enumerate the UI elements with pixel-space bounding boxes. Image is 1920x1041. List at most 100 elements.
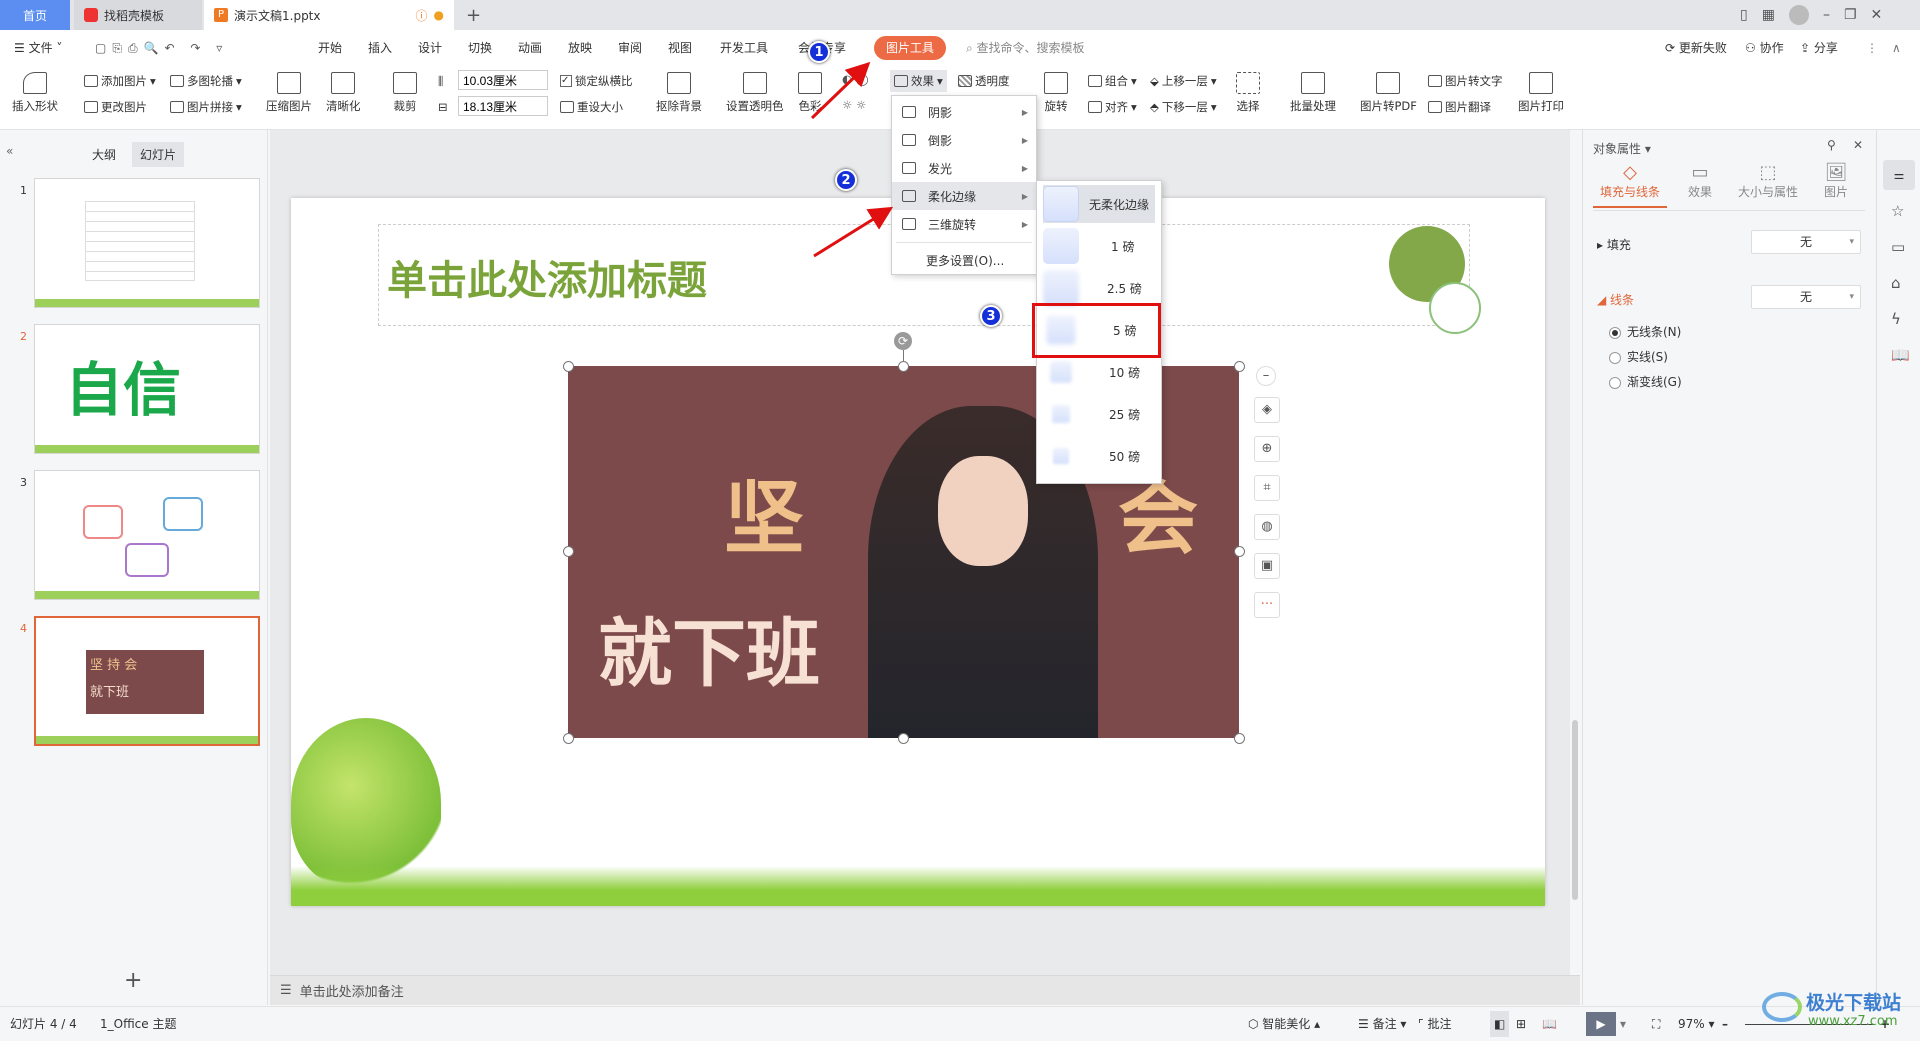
slide-thumbnail-4[interactable]: 坚 持 会就下班 (34, 616, 260, 746)
to-pdf-button[interactable]: 图片转PDF (1360, 72, 1417, 114)
file-menu[interactable]: ☰ 文件 ˅ (14, 30, 62, 66)
more-icon[interactable]: ··· (1254, 592, 1280, 618)
resize-handle[interactable] (563, 361, 574, 372)
close-icon[interactable]: ✕ (1853, 138, 1863, 152)
tab-picture[interactable]: 🖼 图片 (1811, 162, 1861, 200)
compress-picture-button[interactable]: 压缩图片 (266, 72, 312, 114)
share-button[interactable]: ⇪ 分享 (1800, 30, 1838, 66)
menu-item-soft-edges[interactable]: 柔化边缘 ▶ (892, 182, 1036, 210)
rotate-button[interactable]: 旋转 (1044, 72, 1068, 114)
update-failed[interactable]: ⟳ 更新失败 (1665, 30, 1727, 66)
tab-docer[interactable]: 找稻壳模板 (74, 0, 202, 30)
crop-button[interactable]: 裁剪 (393, 72, 417, 114)
tab-effects[interactable]: ▭ 效果 (1675, 162, 1725, 200)
slide-transition-icon[interactable]: ▭ (1891, 238, 1905, 256)
minimize-button[interactable]: – (1823, 7, 1830, 23)
properties-icon[interactable]: ⚌ (1883, 160, 1915, 190)
pin-icon[interactable]: ⚲ (1827, 138, 1836, 152)
print-picture-button[interactable]: 图片打印 (1518, 72, 1564, 114)
resize-handle[interactable] (898, 361, 909, 372)
menu-item-shadow[interactable]: 阴影 ▶ (892, 98, 1036, 126)
brightness-icons[interactable]: ☼ ☼ (842, 98, 866, 112)
close-button[interactable]: ✕ (1871, 7, 1883, 23)
picture-tool-icon[interactable]: ▣ (1254, 553, 1280, 579)
new-tab-button[interactable]: + (456, 0, 491, 30)
tab-fill-line[interactable]: ◇ 填充与线条 (1593, 162, 1667, 208)
fill-section-toggle[interactable]: ▸ 填充 (1597, 236, 1631, 253)
menu-view[interactable]: 视图 (668, 30, 692, 66)
store-icon[interactable]: ⌂ (1891, 274, 1901, 292)
menu-transition[interactable]: 切换 (468, 30, 492, 66)
set-transparent-button[interactable]: 设置透明色 (726, 72, 784, 114)
add-picture-button[interactable]: 添加图片 ▾ (84, 73, 156, 89)
width-input[interactable] (458, 96, 548, 116)
soft-edge-none[interactable]: 无柔化边缘 (1043, 185, 1155, 223)
collapse-icon[interactable]: – (1256, 366, 1276, 386)
align-button[interactable]: 对齐 ▾ (1088, 99, 1137, 115)
reading-view-icon[interactable]: 📖 (1542, 1007, 1557, 1041)
radio-solid-line[interactable]: 实线(S) (1609, 348, 1668, 365)
avatar[interactable] (1788, 5, 1809, 25)
zoom-slider[interactable] (1745, 1024, 1875, 1025)
title-placeholder-text[interactable]: 单击此处添加标题 (387, 248, 707, 306)
add-slide-button[interactable]: + (124, 968, 142, 993)
resize-handle[interactable] (563, 546, 574, 557)
contrast-icons[interactable]: ◐ ◯ (842, 72, 869, 86)
menu-slideshow[interactable]: 放映 (568, 30, 592, 66)
line-section-toggle[interactable]: ◢ 线条 (1597, 291, 1634, 308)
batch-button[interactable]: 批量处理 (1290, 72, 1336, 114)
change-picture-button[interactable]: 更改图片 (84, 99, 147, 115)
collapse-panel-icon[interactable]: « (6, 144, 13, 158)
collapse-ribbon-icon[interactable]: ∧ (1892, 30, 1901, 66)
layout-icon[interactable]: ▯ (1740, 7, 1748, 23)
resize-handle[interactable] (1234, 361, 1245, 372)
sharpen-button[interactable]: 清晰化 (326, 72, 361, 114)
notes-button[interactable]: ☰ 备注 ▾ (1358, 1007, 1406, 1041)
panel-title[interactable]: 对象属性 ▾ (1593, 140, 1651, 157)
menu-animation[interactable]: 动画 (518, 30, 542, 66)
zoom-out-button[interactable]: – (1722, 1007, 1728, 1041)
multi-carousel-button[interactable]: 多图轮播 ▾ (170, 73, 242, 89)
notes-bar[interactable]: ☰ 单击此处添加备注 (270, 975, 1580, 1005)
lock-ratio-checkbox[interactable]: ✓ 锁定纵横比 (560, 73, 633, 89)
radio-gradient-line[interactable]: 渐变线(G) (1609, 373, 1682, 390)
to-text-button[interactable]: 图片转文字 (1428, 73, 1503, 89)
soft-edge-10pt[interactable]: 10 磅 (1043, 353, 1155, 391)
height-input[interactable] (458, 70, 548, 90)
fill-dropdown[interactable]: 无 (1751, 230, 1861, 254)
resize-handle[interactable] (898, 733, 909, 744)
menu-item-more-settings[interactable]: 更多设置(O)... (892, 246, 1036, 274)
effects-button[interactable]: 效果 ▾ (890, 70, 947, 92)
transparency-button[interactable]: 透明度 (958, 73, 1010, 89)
play-dropdown-icon[interactable]: ▾ (1620, 1007, 1626, 1041)
play-slideshow-button[interactable]: ▶ (1586, 1012, 1616, 1036)
slide-thumbnail-1[interactable] (34, 178, 260, 308)
scrollbar-thumb[interactable] (1572, 720, 1578, 900)
crop-icon[interactable]: ⌗ (1254, 475, 1280, 501)
grid-icon[interactable]: ▦ (1762, 7, 1775, 23)
zoom-in-icon[interactable]: ⊕ (1254, 436, 1280, 462)
tab-home[interactable]: 首页 (0, 0, 70, 30)
reset-size-button[interactable]: 重设大小 (560, 99, 623, 115)
slide-thumbnail-3[interactable] (34, 470, 260, 600)
tab-slides[interactable]: 幻灯片 (132, 142, 185, 167)
menu-insert[interactable]: 插入 (368, 30, 392, 66)
fit-window-icon[interactable]: ⛶ (1652, 1007, 1660, 1041)
tab-document[interactable]: P 演示文稿1.pptx ⓘ ● (204, 0, 454, 30)
insert-shape-button[interactable]: 插入形状 (12, 72, 58, 114)
theme-name[interactable]: 1_Office 主题 (100, 1007, 176, 1041)
comment-button[interactable]: ⌜ 批注 (1418, 1007, 1451, 1041)
zoom-in-button[interactable]: + (1880, 1007, 1890, 1041)
tab-size-properties[interactable]: ⬚ 大小与属性 (1733, 162, 1803, 200)
restore-button[interactable]: ❐ (1844, 7, 1857, 23)
menu-review[interactable]: 审阅 (618, 30, 642, 66)
slide-thumbnail-2[interactable]: 自信 (34, 324, 260, 454)
quick-access-toolbar[interactable]: ▢⎘⎙🔍↶ ↷ ▿ (95, 30, 228, 66)
picture-collage-button[interactable]: 图片拼接 ▾ (170, 99, 242, 115)
more-icon[interactable]: ⋮ (1866, 30, 1878, 66)
translate-button[interactable]: 图片翻译 (1428, 99, 1491, 115)
layers-icon[interactable]: ◈ (1254, 397, 1280, 423)
soft-edge-1pt[interactable]: 1 磅 (1043, 227, 1155, 265)
menu-item-glow[interactable]: 发光 ▶ (892, 154, 1036, 182)
resize-handle[interactable] (563, 733, 574, 744)
